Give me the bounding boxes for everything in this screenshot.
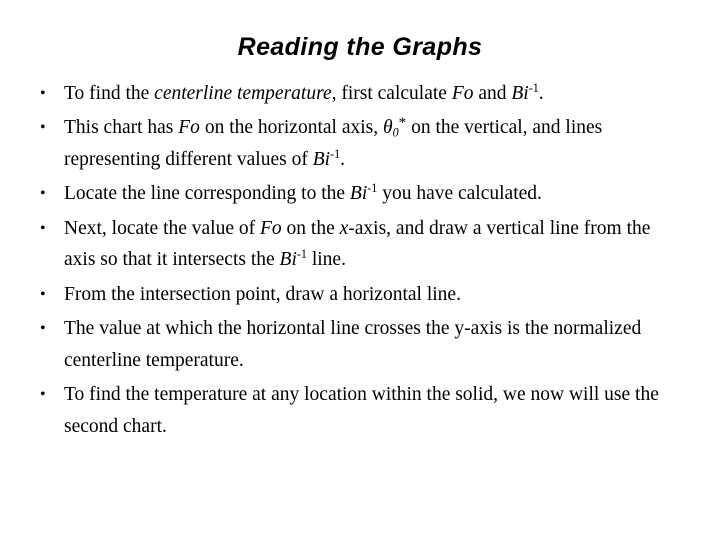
- list-item-text: From the intersection point, draw a hori…: [64, 279, 686, 311]
- list-item: • To find the temperature at any location…: [38, 379, 686, 443]
- text-run: The value at which the horizontal line c…: [64, 318, 642, 371]
- list-item: • To find the centerline temperature, fir…: [38, 78, 686, 110]
- text-run: From the intersection point, draw a hori…: [64, 283, 461, 305]
- text-run: .: [538, 83, 544, 104]
- emphasis-variable: Fo: [451, 83, 474, 104]
- emphasis-variable: Bi: [312, 149, 331, 171]
- superscript: -1: [330, 147, 341, 162]
- emphasis-variable: Fo: [260, 217, 282, 239]
- text-run: you have calculated.: [377, 183, 542, 205]
- text-run: Next, locate the value of: [64, 217, 260, 239]
- text-run: Locate the line corresponding to the: [64, 183, 350, 205]
- bullet-dot-icon: •: [40, 185, 46, 203]
- text-run: line.: [306, 249, 346, 271]
- bullet-dot-icon: •: [40, 320, 46, 338]
- list-item-text: Locate the line corresponding to the Bi-…: [64, 178, 686, 210]
- list-item-text: Next, locate the value of Fo on the x-ax…: [64, 213, 686, 277]
- text-run: , first calculate: [331, 83, 452, 104]
- page-title: Reading the Graphs: [237, 33, 483, 61]
- list-item: • The value at which the horizontal line …: [38, 313, 686, 377]
- text-run: .: [340, 149, 345, 171]
- theta-symbol: θ: [382, 117, 393, 139]
- list-item: • Locate the line corresponding to the Bi…: [38, 178, 686, 210]
- text-run: To find the temperature at any location …: [64, 384, 659, 437]
- bullet-dot-icon: •: [40, 219, 46, 237]
- bullet-dot-icon: •: [40, 119, 46, 137]
- bullet-list: • To find the centerline temperature, fir…: [38, 78, 686, 445]
- text-run: This chart has: [64, 117, 179, 139]
- text-run: on the horizontal axis,: [199, 117, 383, 139]
- bullet-dot-icon: •: [40, 85, 46, 102]
- emphasis-variable: Bi: [511, 83, 529, 104]
- superscript: -1: [367, 181, 378, 196]
- superscript: -1: [296, 247, 307, 262]
- emphasis-variable: x: [339, 217, 349, 239]
- list-item: • From the intersection point, draw a hor…: [38, 279, 686, 311]
- emphasis-variable: Fo: [178, 117, 200, 139]
- text-run: on the: [281, 217, 340, 239]
- bullet-dot-icon: •: [40, 285, 46, 303]
- emphasis-variable: centerline temperature: [154, 83, 332, 104]
- emphasis-variable: Bi: [279, 249, 297, 271]
- slide-canvas: Reading the Graphs • To find the centerli…: [0, 0, 720, 540]
- list-item-text: This chart has Fo on the horizontal axis…: [64, 112, 686, 176]
- emphasis-variable: Bi: [349, 183, 368, 205]
- list-item: • This chart has Fo on the horizontal axi…: [38, 112, 686, 176]
- text-run: and: [473, 83, 512, 104]
- text-run: To find the: [64, 83, 155, 104]
- superscript: -1: [528, 81, 539, 96]
- list-item-text: To find the temperature at any location …: [64, 379, 686, 443]
- list-item-text: The value at which the horizontal line c…: [64, 313, 686, 377]
- list-item-text: To find the centerline temperature, firs…: [64, 78, 686, 110]
- list-item: • Next, locate the value of Fo on the x-a…: [38, 213, 686, 277]
- bullet-dot-icon: •: [40, 386, 46, 404]
